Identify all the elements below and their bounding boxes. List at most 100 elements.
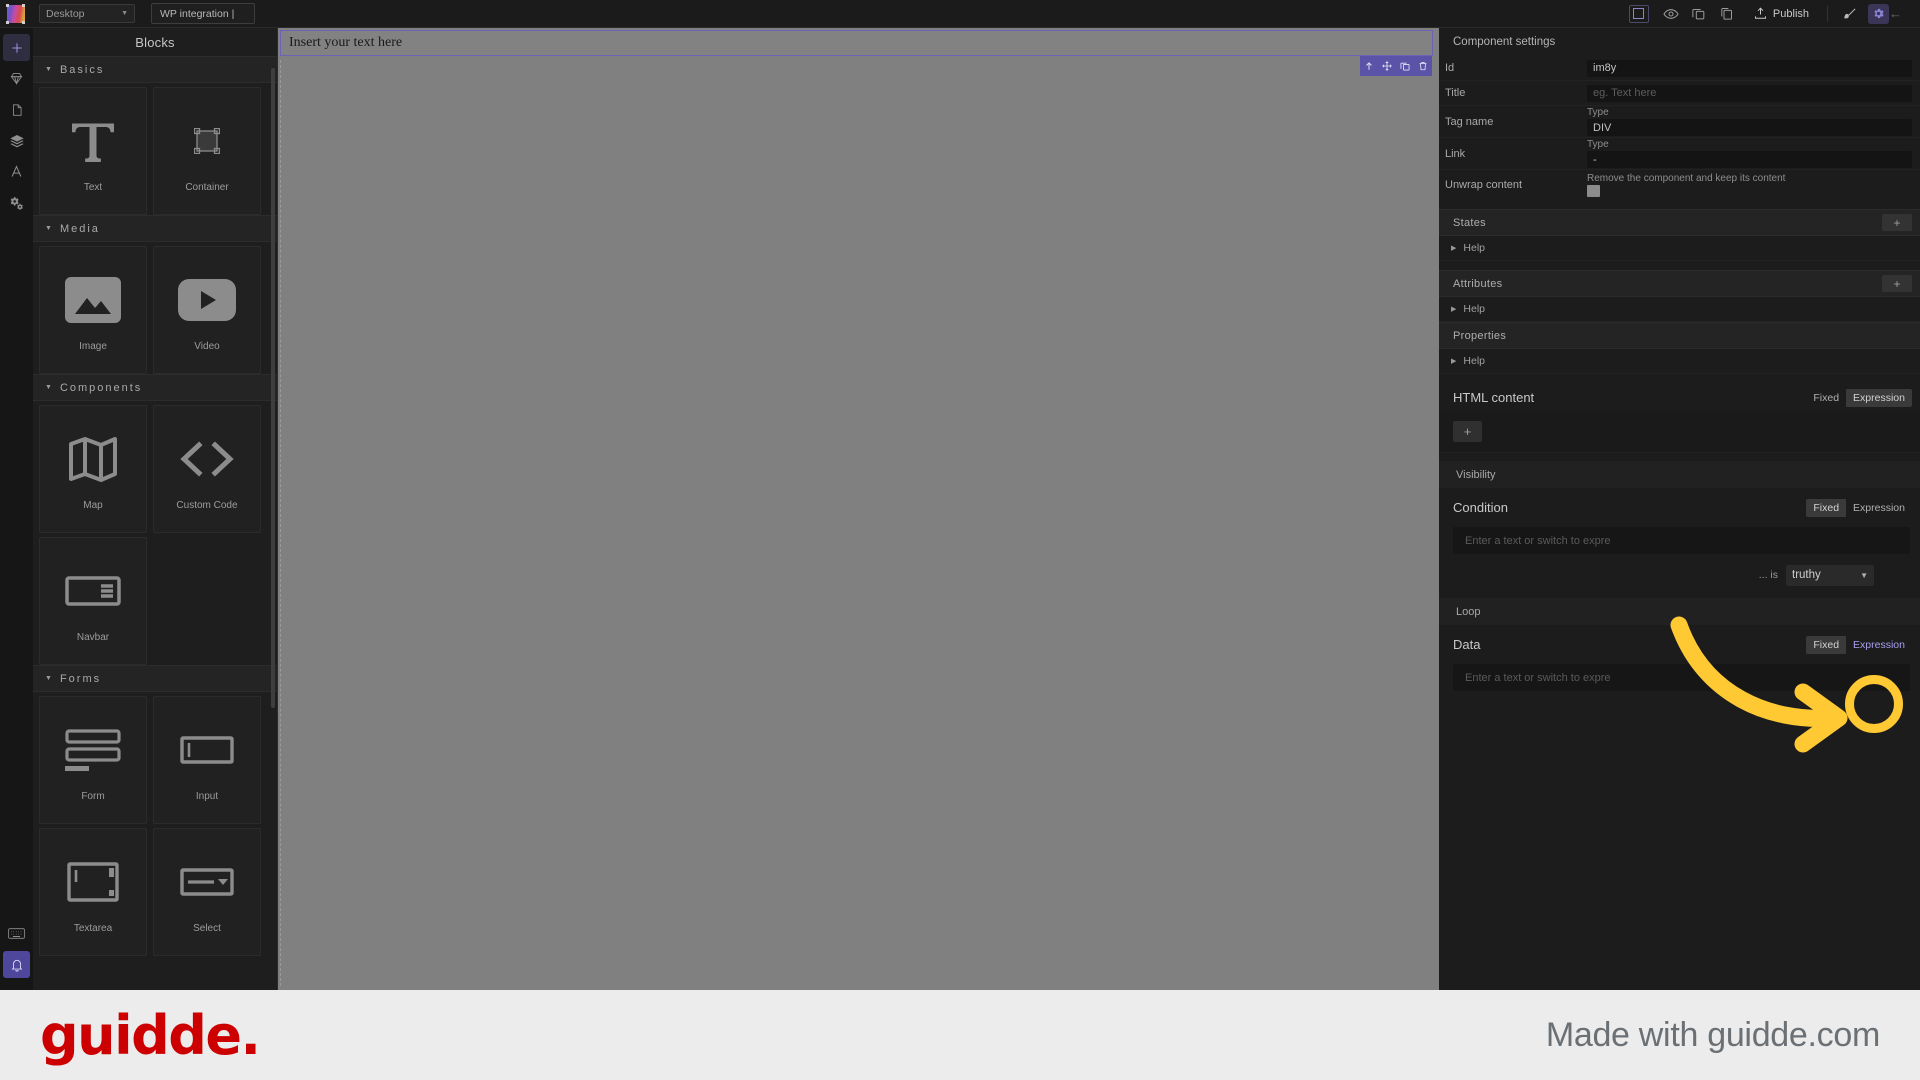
toolbar-icon-group: Publish ← xyxy=(1628,3,1920,25)
add-icon[interactable] xyxy=(3,34,30,61)
blocks-group-forms[interactable]: ▼ Forms xyxy=(33,665,277,692)
block-item-video[interactable]: Video xyxy=(153,246,261,374)
add-state-button[interactable]: + xyxy=(1882,214,1912,231)
block-item-label: Textarea xyxy=(73,922,113,934)
blocks-grid-media: Image Video xyxy=(33,242,277,374)
condition-truthy-select[interactable]: truthy ▼ xyxy=(1786,564,1874,586)
title-input[interactable]: eg. Text here xyxy=(1587,84,1912,102)
html-content-title: HTML content xyxy=(1453,390,1535,405)
condition-expression-button[interactable]: Expression xyxy=(1846,499,1912,517)
block-item-input[interactable]: Input xyxy=(153,696,261,824)
blocks-panel-title: Blocks xyxy=(135,34,175,50)
html-content-add-button[interactable]: + xyxy=(1453,421,1482,442)
data-input[interactable]: Enter a text or switch to expre xyxy=(1453,664,1910,691)
html-content-expression-button[interactable]: Expression xyxy=(1846,388,1912,407)
canvas-text-element[interactable]: Insert your text here xyxy=(280,30,1433,56)
notification-bell-icon[interactable] xyxy=(3,951,30,978)
tag-name-input[interactable]: DIV xyxy=(1587,119,1912,136)
section-attributes: Attributes + xyxy=(1439,270,1920,297)
condition-title: Condition xyxy=(1453,500,1508,515)
select-frame-icon[interactable] xyxy=(1628,4,1649,23)
help-label: Help xyxy=(1463,242,1485,254)
select-parent-arrow-icon[interactable] xyxy=(1361,58,1377,74)
unwrap-content-checkbox[interactable] xyxy=(1587,185,1600,197)
blocks-grid-components: Map Custom Code Navbar xyxy=(33,401,277,665)
add-attribute-button[interactable]: + xyxy=(1882,275,1912,292)
link-input[interactable]: - xyxy=(1587,151,1912,168)
paste-icon[interactable] xyxy=(1713,3,1741,25)
block-item-text[interactable]: Text xyxy=(39,87,147,215)
condition-mode-toggle: Fixed Expression xyxy=(1806,498,1912,517)
visibility-title: Visibility xyxy=(1456,468,1496,481)
block-item-form[interactable]: Form xyxy=(39,696,147,824)
block-item-navbar[interactable]: Navbar xyxy=(39,537,147,665)
block-item-map[interactable]: Map xyxy=(39,405,147,533)
move-icon[interactable] xyxy=(1379,58,1395,74)
states-help-toggle[interactable]: ▶ Help xyxy=(1439,236,1920,261)
html-content-header: HTML content Fixed Expression xyxy=(1439,384,1920,411)
condition-header: Condition Fixed Expression xyxy=(1439,494,1920,521)
code-brackets-icon xyxy=(178,428,236,490)
condition-input[interactable]: Enter a text or switch to expre xyxy=(1453,527,1910,554)
page-icon[interactable] xyxy=(3,96,30,123)
collapse-panel-icon[interactable]: ← xyxy=(1889,6,1902,21)
delete-trash-icon[interactable] xyxy=(1415,58,1431,74)
blocks-group-media[interactable]: ▼ Media xyxy=(33,215,277,242)
block-item-label: Image xyxy=(79,340,107,352)
field-row-link: Link Type - xyxy=(1439,138,1920,170)
html-content-add-area: + xyxy=(1439,411,1920,453)
chevron-down-icon: ▼ xyxy=(45,384,52,391)
block-item-custom-code[interactable]: Custom Code xyxy=(153,405,261,533)
gear-icon[interactable] xyxy=(1868,3,1889,24)
field-label: Id xyxy=(1445,62,1455,74)
block-item-select[interactable]: Select xyxy=(153,828,261,956)
highlight-ring xyxy=(1845,675,1903,733)
text-t-icon xyxy=(65,110,121,172)
settings-gears-icon[interactable] xyxy=(3,189,30,216)
device-select[interactable]: Desktop ▼ xyxy=(39,4,135,23)
data-fixed-button[interactable]: Fixed xyxy=(1806,635,1847,654)
condition-comparator-row: ... is truthy ▼ xyxy=(1439,560,1920,590)
attributes-help-toggle[interactable]: ▶ Help xyxy=(1439,297,1920,322)
html-content-fixed-button[interactable]: Fixed xyxy=(1806,389,1846,407)
data-header: Data Fixed Expression xyxy=(1439,631,1920,658)
diamond-icon[interactable] xyxy=(3,65,30,92)
block-item-textarea[interactable]: Textarea xyxy=(39,828,147,956)
editor-canvas[interactable]: Insert your text here xyxy=(278,28,1439,990)
made-with-guidde-text: Made with guidde.com xyxy=(1545,1015,1880,1054)
blocks-group-components[interactable]: ▼ Components xyxy=(33,374,277,401)
field-wrap: im8y xyxy=(1587,59,1920,77)
properties-help-toggle[interactable]: ▶ Help xyxy=(1439,349,1920,374)
publish-button[interactable]: Publish xyxy=(1753,6,1809,21)
blocks-grid-forms: Form Input Textarea Select xyxy=(33,692,277,956)
layers-icon[interactable] xyxy=(3,127,30,154)
element-floating-toolbar xyxy=(1360,56,1432,76)
duplicate-icon[interactable] xyxy=(1397,58,1413,74)
data-expression-button[interactable]: Expression xyxy=(1846,636,1912,654)
keyboard-icon[interactable] xyxy=(3,920,30,947)
page-tab-wp-integration[interactable]: WP integration | xyxy=(151,3,255,24)
brush-icon[interactable] xyxy=(1836,3,1864,25)
eye-icon[interactable] xyxy=(1657,3,1685,25)
chevron-down-icon: ▼ xyxy=(121,10,128,17)
field-row-unwrap-content: Unwrap content Remove the component and … xyxy=(1439,170,1920,200)
chevron-down-icon: ▼ xyxy=(45,675,52,682)
canvas-body[interactable] xyxy=(280,60,1433,986)
block-item-label: Map xyxy=(83,499,103,511)
block-item-container[interactable]: Container xyxy=(153,87,261,215)
field-row-tag-name: Tag name Type DIV xyxy=(1439,106,1920,138)
copy-icon[interactable] xyxy=(1685,3,1713,25)
block-item-image[interactable]: Image xyxy=(39,246,147,374)
blocks-scrollbar[interactable] xyxy=(271,68,275,708)
id-input[interactable]: im8y xyxy=(1587,59,1912,77)
data-title: Data xyxy=(1453,637,1481,652)
condition-fixed-button[interactable]: Fixed xyxy=(1806,498,1847,517)
form-icon xyxy=(65,719,121,781)
blocks-group-basics[interactable]: ▼ Basics xyxy=(33,56,277,83)
section-title: Properties xyxy=(1453,329,1507,342)
publish-label: Publish xyxy=(1772,7,1809,20)
typography-icon[interactable] xyxy=(3,158,30,185)
app-logo-icon[interactable] xyxy=(6,3,25,24)
loop-title: Loop xyxy=(1456,605,1481,618)
chevron-down-icon: ▼ xyxy=(45,66,52,73)
